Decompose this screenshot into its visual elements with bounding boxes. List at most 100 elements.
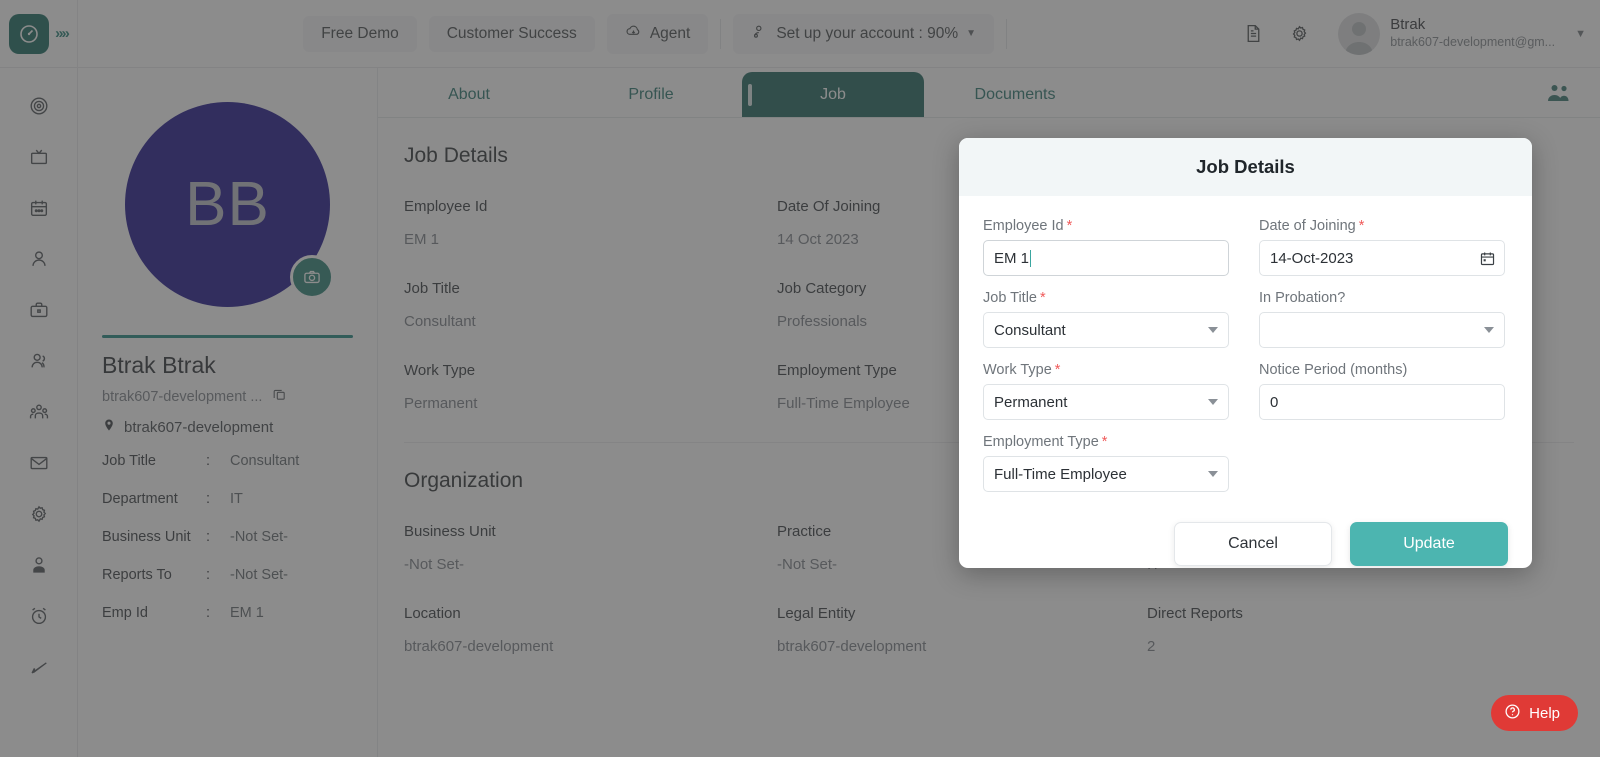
chevron-down-icon[interactable]: ▼ (1575, 28, 1586, 40)
update-button[interactable]: Update (1350, 522, 1508, 566)
list-item: Job Title : Consultant (102, 453, 353, 469)
tab-documents[interactable]: Documents (924, 72, 1106, 117)
work-type-select[interactable]: Permanent (983, 384, 1229, 420)
tab-about[interactable]: About (378, 72, 560, 117)
notice-period-input[interactable]: 0 (1259, 384, 1505, 420)
document-icon[interactable] (1232, 13, 1274, 55)
modal-form-grid: Employee Id * EM 1 Date of Joining * 14-Oc… (983, 218, 1508, 506)
in-probation-select[interactable] (1259, 312, 1505, 348)
nav-customer-success[interactable]: Customer Success (428, 15, 595, 52)
user-badge-icon (32, 557, 45, 573)
divider (720, 18, 722, 49)
sidebar-item-mail[interactable] (19, 447, 59, 479)
tab-profile[interactable]: Profile (560, 72, 742, 117)
employee-id-value: EM 1 (994, 249, 1030, 267)
field-label: Job Title (404, 280, 460, 297)
employment-type-select[interactable]: Full-Time Employee (983, 456, 1229, 492)
nav-customer-success-label: Customer Success (446, 24, 577, 42)
person-icon (31, 251, 46, 266)
logo-area[interactable]: »» (0, 0, 78, 68)
user-menu[interactable]: Btrak btrak607-development@gm... ▼ (1324, 12, 1586, 55)
field-value: btrak607-development (777, 638, 927, 655)
divider (102, 335, 353, 338)
sidebar-item-org[interactable] (19, 396, 59, 428)
chevron-down-icon[interactable] (1208, 399, 1218, 405)
nav-setup-account[interactable]: Set up your account : 90% ▼ (733, 13, 995, 54)
field-value: Consultant (404, 313, 476, 330)
sidebar-item-calendar[interactable] (19, 192, 59, 224)
chevron-down-icon[interactable] (1484, 327, 1494, 333)
field-group: Job Title Consultant (404, 280, 777, 330)
sidebar-item-timesheet[interactable] (19, 600, 59, 632)
sidebar-item-profile[interactable] (19, 243, 59, 275)
field-employment-type: Employment Type * Full-Time Employee (983, 434, 1229, 492)
colon: : (206, 529, 211, 545)
job-title-value: Consultant (994, 321, 1066, 339)
sidebar-item-dashboard[interactable] (19, 90, 59, 122)
required-asterisk: * (1040, 290, 1046, 306)
job-details-modal: Job Details Employee Id * EM 1 Date of Jo… (959, 138, 1532, 568)
field-group: Direct Reports 2 (1147, 605, 1574, 655)
work-type-label-text: Work Type (983, 362, 1052, 378)
field-group: Employee Id EM 1 (404, 198, 777, 248)
sidebar-item-send[interactable] (19, 651, 59, 683)
colon: : (206, 491, 211, 507)
date-of-joining-value: 14-Oct-2023 (1270, 249, 1354, 267)
tab-job-label: Job (820, 86, 846, 103)
field-work-type: Work Type * Permanent (983, 362, 1229, 420)
date-of-joining-input[interactable]: 14-Oct-2023 (1259, 240, 1505, 276)
sidebar-item-jobs[interactable] (19, 294, 59, 326)
work-type-value: Permanent (994, 393, 1068, 411)
avatar: BB (125, 102, 334, 307)
two-people-icon[interactable] (1546, 82, 1572, 109)
clock-gauge-logo-icon[interactable] (9, 13, 50, 54)
detail-key: Business Unit (102, 529, 191, 545)
tv-icon (30, 149, 47, 165)
employee-id-input[interactable]: EM 1 (983, 240, 1229, 276)
employee-id-label-text: Employee Id (983, 218, 1064, 234)
chevrons-right-icon[interactable]: »» (55, 25, 70, 42)
camera-icon[interactable] (290, 255, 334, 299)
divider (1006, 18, 1008, 49)
field-group: Legal Entity btrak607-development (777, 605, 1147, 655)
map-pin-icon (102, 417, 116, 437)
sidebar-item-employee[interactable] (19, 549, 59, 581)
field-notice-period: Notice Period (months) 0 (1259, 362, 1505, 420)
top-nav: Free Demo Customer Success Agent Set up … (78, 13, 1232, 54)
detail-key: Emp Id (102, 605, 148, 621)
chevron-down-icon[interactable] (1208, 471, 1218, 477)
gear-icon[interactable] (1278, 13, 1320, 55)
sidebar-item-team[interactable] (19, 345, 59, 377)
text-cursor (1030, 249, 1032, 267)
cloud-download-icon (625, 23, 642, 45)
field-group: Work Type Permanent (404, 362, 777, 412)
nav-free-demo-label: Free Demo (321, 24, 399, 42)
field-employee-id: Employee Id * EM 1 (983, 218, 1229, 276)
group-people-icon (29, 404, 48, 419)
field-label: Employee Id (404, 198, 488, 215)
user-settings-icon (751, 23, 768, 45)
nav-free-demo[interactable]: Free Demo (303, 15, 417, 52)
field-group: Business Unit -Not Set- (404, 523, 777, 573)
employment-type-label-text: Employment Type (983, 434, 1099, 450)
nav-setup-account-label: Set up your account : 90% (776, 24, 959, 42)
chevron-down-icon[interactable] (1208, 327, 1218, 333)
detail-value: -Not Set- (230, 567, 289, 583)
sidebar-item-settings[interactable] (19, 498, 59, 530)
calendar-icon[interactable] (1479, 250, 1496, 267)
field-value: btrak607-development (404, 638, 554, 655)
detail-key: Job Title (102, 453, 156, 469)
field-value: Permanent (404, 395, 478, 412)
colon: : (206, 567, 211, 583)
job-title-select[interactable]: Consultant (983, 312, 1229, 348)
cancel-button[interactable]: Cancel (1174, 522, 1332, 566)
two-people-icon (30, 353, 45, 368)
sidebar-item-broadcast[interactable] (19, 141, 59, 173)
profile-email: btrak607-development ... (102, 389, 263, 405)
copy-icon[interactable] (272, 387, 287, 407)
help-button[interactable]: Help (1491, 695, 1578, 731)
field-label: Location (404, 605, 461, 622)
tab-job[interactable]: Job (742, 72, 924, 117)
nav-agent[interactable]: Agent (606, 13, 709, 54)
required-asterisk: * (1358, 218, 1365, 234)
